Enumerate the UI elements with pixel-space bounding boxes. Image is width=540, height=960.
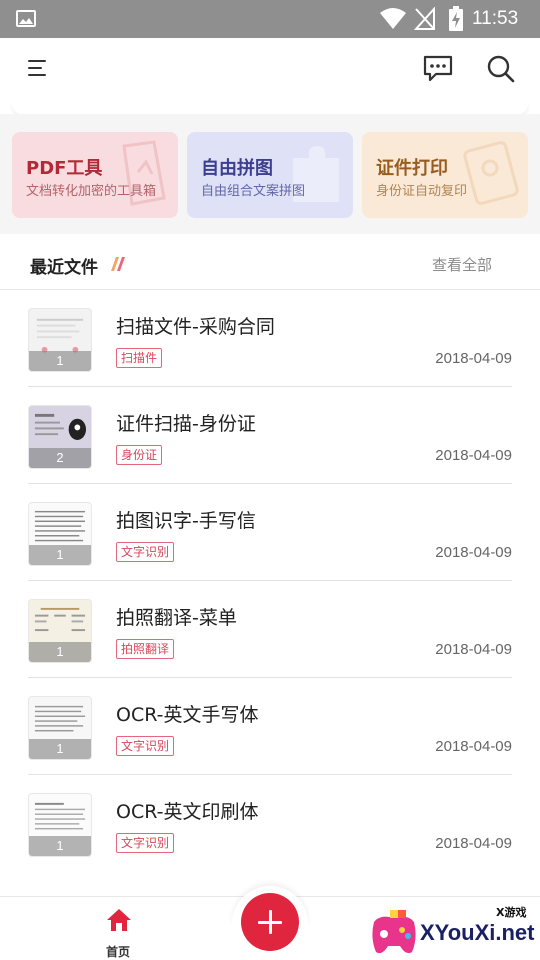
id-card-icon xyxy=(463,141,519,205)
header-card-edge xyxy=(12,100,528,114)
recent-files-header: 最近文件 查看全部 xyxy=(0,234,540,290)
file-thumbnail: 1 xyxy=(28,502,92,566)
file-thumbnail: 2 xyxy=(28,405,92,469)
file-name: 拍照翻译-菜单 xyxy=(116,607,237,629)
file-list-item[interactable]: 1 OCR-英文印刷体 文字识别 2018-04-09 xyxy=(0,775,540,872)
home-icon xyxy=(107,909,131,931)
page-count: 2 xyxy=(29,448,91,468)
id-print-tool-card[interactable]: 证件打印 身份证自动复印 xyxy=(362,132,528,218)
file-date: 2018-04-09 xyxy=(435,447,512,464)
file-thumbnail: 1 xyxy=(28,308,92,372)
file-thumbnail: 1 xyxy=(28,793,92,857)
wifi-icon xyxy=(380,8,406,29)
home-tab-label: 首页 xyxy=(105,945,130,959)
file-tag: 文字识别 xyxy=(116,736,175,756)
watermark-small-text: X游戏 xyxy=(496,906,527,919)
file-date: 2018-04-09 xyxy=(435,835,512,852)
tool-title: 自由拼图 xyxy=(201,158,273,179)
file-list-item[interactable]: 1 扫描文件-采购合同 扫描件 2018-04-09 xyxy=(0,290,540,387)
file-thumbnail: 1 xyxy=(28,696,92,760)
file-date: 2018-04-09 xyxy=(435,350,512,367)
gamepad-logo-icon xyxy=(372,910,416,954)
file-thumbnail: 1 xyxy=(28,599,92,663)
file-list-item[interactable]: 2 证件扫描-身份证 身份证 2018-04-09 xyxy=(0,387,540,484)
tools-section: PDF工具 文档转化加密的工具箱 自由拼图 自由组合文案拼图 证件打印 身份证自… xyxy=(0,114,540,234)
slash-decoration-icon xyxy=(111,257,125,271)
app-header xyxy=(0,38,540,100)
file-tag: 文字识别 xyxy=(116,542,175,562)
watermark-site-text: XYouXi.net xyxy=(420,920,535,945)
add-button[interactable] xyxy=(241,893,299,951)
search-icon[interactable] xyxy=(486,54,516,84)
file-date: 2018-04-09 xyxy=(435,738,512,755)
menu-icon[interactable] xyxy=(28,60,48,78)
file-list-item[interactable]: 1 拍照翻译-菜单 拍照翻译 2018-04-09 xyxy=(0,581,540,678)
file-tag: 文字识别 xyxy=(116,833,175,853)
file-list-item[interactable]: 1 拍图识字-手写信 文字识别 2018-04-09 xyxy=(0,484,540,581)
recent-files-title: 最近文件 xyxy=(30,258,98,278)
home-tab[interactable]: 首页 xyxy=(96,903,140,959)
tool-title: 证件打印 xyxy=(376,158,448,179)
view-all-link[interactable]: 查看全部 xyxy=(432,254,492,275)
file-tag: 扫描件 xyxy=(116,348,163,368)
file-name: OCR-英文印刷体 xyxy=(116,801,259,823)
watermark: X游戏 XYouXi.net xyxy=(368,900,540,960)
page-count: 1 xyxy=(29,836,91,856)
file-name: 拍图识字-手写信 xyxy=(116,510,256,532)
tool-subtitle: 身份证自动复印 xyxy=(376,184,468,199)
image-icon xyxy=(16,10,36,27)
puzzle-tool-card[interactable]: 自由拼图 自由组合文案拼图 xyxy=(187,132,353,218)
battery-charging-icon xyxy=(449,6,463,31)
page-count: 1 xyxy=(29,351,91,371)
status-bar: 11:53 xyxy=(0,0,540,38)
tool-subtitle: 自由组合文案拼图 xyxy=(201,184,306,199)
tool-subtitle: 文档转化加密的工具箱 xyxy=(26,184,157,199)
tool-title: PDF工具 xyxy=(26,158,103,179)
pdf-tool-card[interactable]: PDF工具 文档转化加密的工具箱 xyxy=(12,132,178,218)
page-count: 1 xyxy=(29,642,91,662)
page-count: 1 xyxy=(29,739,91,759)
file-name: 证件扫描-身份证 xyxy=(116,413,256,435)
file-date: 2018-04-09 xyxy=(435,641,512,658)
page-count: 1 xyxy=(29,545,91,565)
no-signal-icon xyxy=(414,7,435,30)
file-date: 2018-04-09 xyxy=(435,544,512,561)
file-tag: 拍照翻译 xyxy=(116,639,175,659)
file-name: 扫描文件-采购合同 xyxy=(116,316,275,338)
file-name: OCR-英文手写体 xyxy=(116,704,259,726)
chat-icon[interactable] xyxy=(422,54,454,84)
file-list-item[interactable]: 1 OCR-英文手写体 文字识别 2018-04-09 xyxy=(0,678,540,775)
file-tag: 身份证 xyxy=(116,445,163,465)
clock: 11:53 xyxy=(472,8,519,29)
